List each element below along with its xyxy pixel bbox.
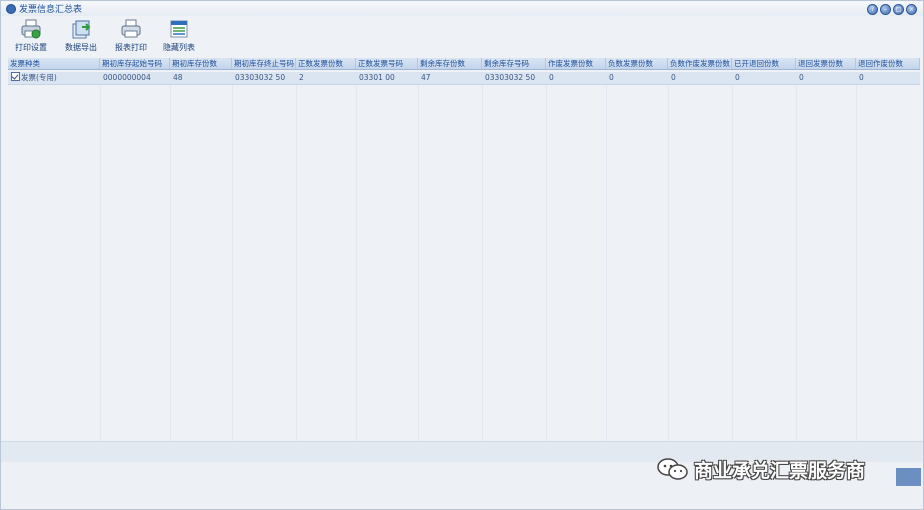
grid-line xyxy=(232,85,233,441)
grid-line xyxy=(296,85,297,441)
app-icon xyxy=(6,4,16,14)
export-label: 数据导出 xyxy=(65,43,97,52)
summary-table: 发票种类 期初库存起始号码 期初库存份数 期初库存终止号码 正数发票份数 正数发… xyxy=(8,58,920,85)
toolbar: 打印设置 数据导出 报表打印 隐藏列表 xyxy=(1,16,923,58)
column-header[interactable]: 剩余库存号码 xyxy=(482,58,546,69)
grid-line xyxy=(546,85,547,441)
grid-line xyxy=(356,85,357,441)
close-icon[interactable]: × xyxy=(906,4,917,15)
column-header[interactable]: 期初库存份数 xyxy=(170,58,232,69)
table-cell: 03303032 50 xyxy=(485,73,536,82)
printer-icon xyxy=(121,19,141,38)
empty-grid-area[interactable] xyxy=(8,85,920,441)
table-cell: 0 xyxy=(799,73,804,82)
grid-line xyxy=(796,85,797,441)
column-header[interactable]: 负数作废发票份数 xyxy=(668,58,732,69)
title-bar[interactable]: 发票信息汇总表 ? – □ × xyxy=(1,1,923,16)
window-title: 发票信息汇总表 xyxy=(19,5,83,15)
maximize-icon[interactable]: □ xyxy=(893,4,904,15)
scroll-corner xyxy=(896,468,921,486)
grid-line xyxy=(170,85,171,441)
minimize-icon[interactable]: – xyxy=(880,4,891,15)
print-setup-button[interactable]: 打印设置 xyxy=(11,16,51,58)
column-header[interactable]: 正数发票份数 xyxy=(296,58,356,69)
table-row[interactable]: 发票(专用) 0000000004 48 03303032 50 2 03301… xyxy=(8,72,920,85)
table-cell: 47 xyxy=(421,73,431,82)
export-icon xyxy=(72,20,91,39)
table-cell: 48 xyxy=(173,73,183,82)
export-button[interactable]: 数据导出 xyxy=(61,16,101,58)
grid-line xyxy=(856,85,857,441)
grid-line xyxy=(606,85,607,441)
table-cell: 0 xyxy=(735,73,740,82)
edit-check-icon xyxy=(11,72,20,81)
column-header[interactable]: 已开退回份数 xyxy=(732,58,796,69)
watermark: 商业承兑汇票服务商 xyxy=(656,456,865,482)
table-header: 发票种类 期初库存起始号码 期初库存份数 期初库存终止号码 正数发票份数 正数发… xyxy=(8,58,920,70)
column-header[interactable]: 发票种类 xyxy=(8,58,100,69)
column-header[interactable]: 作废发票份数 xyxy=(546,58,606,69)
grid-line xyxy=(668,85,669,441)
column-header[interactable]: 正数发票号码 xyxy=(356,58,418,69)
column-header[interactable]: 退回作废份数 xyxy=(856,58,920,69)
list-icon xyxy=(170,20,188,38)
table-cell: 0 xyxy=(609,73,614,82)
grid-line xyxy=(418,85,419,441)
print-label: 报表打印 xyxy=(115,43,147,52)
grid-line xyxy=(732,85,733,441)
grid-line xyxy=(100,85,101,441)
print-setup-label: 打印设置 xyxy=(15,43,47,52)
table-cell: 发票(专用) xyxy=(8,72,100,84)
printer-settings-icon xyxy=(21,19,41,39)
table-cell: 0 xyxy=(549,73,554,82)
hide-list-button[interactable]: 隐藏列表 xyxy=(159,16,199,58)
column-header[interactable]: 退回发票份数 xyxy=(796,58,856,69)
table-cell: 03301 00 xyxy=(359,73,395,82)
column-header[interactable]: 期初库存起始号码 xyxy=(100,58,170,69)
help-icon[interactable]: ? xyxy=(867,4,878,15)
wechat-icon xyxy=(657,458,688,480)
table-cell: 0 xyxy=(671,73,676,82)
table-cell: 2 xyxy=(299,73,304,82)
watermark-text: 商业承兑汇票服务商 xyxy=(694,459,866,482)
column-header[interactable]: 期初库存终止号码 xyxy=(232,58,296,69)
report-window: 发票信息汇总表 ? – □ × 打印设置 数据导出 报表打印 隐藏列表 发票种类… xyxy=(0,0,924,510)
print-button[interactable]: 报表打印 xyxy=(111,16,151,58)
grid-line xyxy=(482,85,483,441)
window-controls: ? – □ × xyxy=(867,4,917,15)
table-cell: 0 xyxy=(859,73,864,82)
column-header[interactable]: 剩余库存份数 xyxy=(418,58,482,69)
table-cell: 0000000004 xyxy=(103,73,151,82)
invoice-type-text: 发票(专用) xyxy=(21,73,57,82)
column-header[interactable]: 负数发票份数 xyxy=(606,58,668,69)
hide-list-label: 隐藏列表 xyxy=(163,43,195,52)
table-cell: 03303032 50 xyxy=(235,73,286,82)
